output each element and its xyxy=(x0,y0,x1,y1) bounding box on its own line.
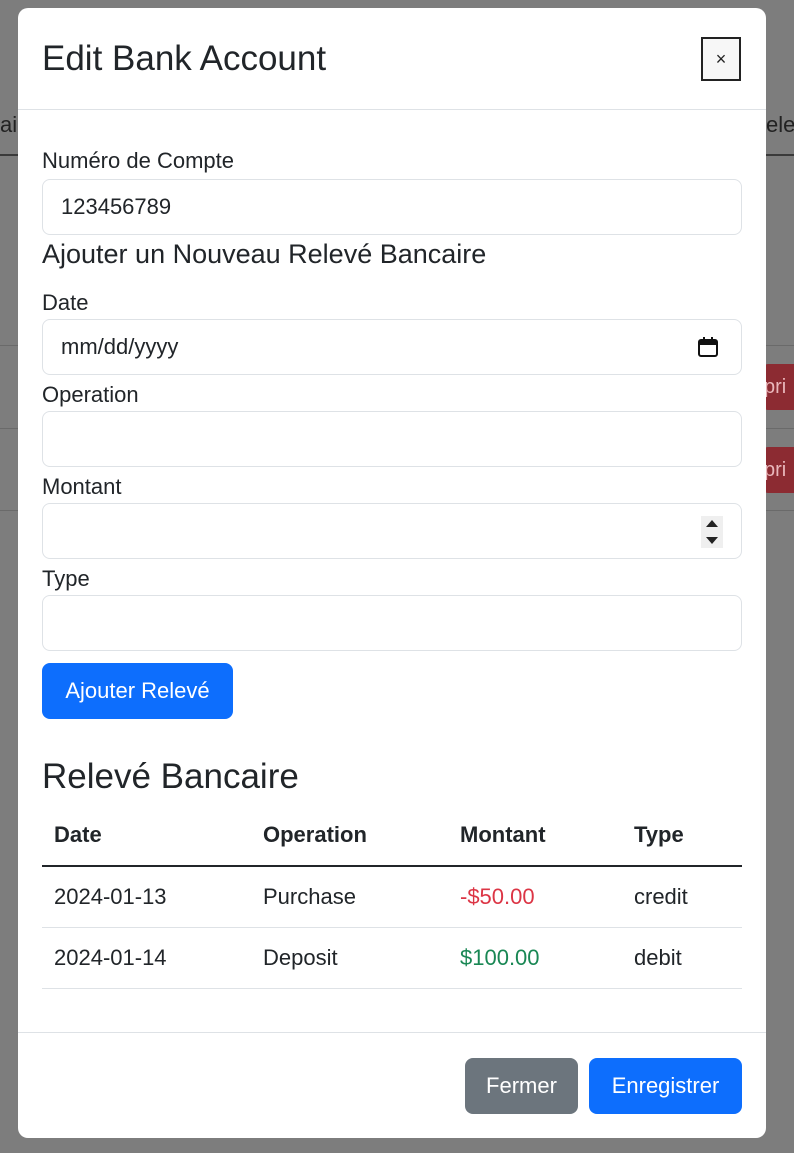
decrement-icon[interactable] xyxy=(706,537,718,544)
date-label: Date xyxy=(42,290,89,315)
background-tab-underline xyxy=(766,154,794,156)
row-operation: Purchase xyxy=(251,866,448,928)
number-stepper[interactable] xyxy=(701,516,723,548)
modal-title: Edit Bank Account xyxy=(42,39,327,78)
row-amount: -$50.00 xyxy=(448,866,622,928)
table-header-row: Date Operation Montant Type xyxy=(42,805,742,867)
column-header-type: Type xyxy=(622,805,742,867)
column-header-amount: Montant xyxy=(448,805,622,867)
new-statement-heading: Ajouter un Nouveau Relevé Bancaire xyxy=(42,239,487,269)
row-type: debit xyxy=(622,927,742,989)
amount-input[interactable] xyxy=(42,503,742,559)
background-delete-button: pri xyxy=(764,447,794,493)
background-delete-button: pri xyxy=(764,364,794,410)
background-tab-underline xyxy=(0,154,18,156)
operation-label: Operation xyxy=(42,382,139,407)
background-tab-right: ele xyxy=(766,112,794,137)
row-amount: $100.00 xyxy=(448,927,622,989)
increment-icon[interactable] xyxy=(706,520,718,527)
column-header-operation: Operation xyxy=(251,805,448,867)
add-statement-button[interactable]: Ajouter Relevé xyxy=(42,663,233,719)
date-placeholder: mm/dd/yyyy xyxy=(61,334,179,359)
background-tab-left: ai xyxy=(0,112,18,137)
table-row: 2024-01-14 Deposit $100.00 debit xyxy=(42,927,742,989)
statement-table: Date Operation Montant Type 2024-01-13 P… xyxy=(42,805,742,989)
amount-label: Montant xyxy=(42,474,122,499)
close-button[interactable]: × xyxy=(701,37,741,81)
operation-input[interactable] xyxy=(42,411,742,467)
date-input[interactable]: mm/dd/yyyy xyxy=(42,319,742,375)
modal-footer: Fermer Enregistrer xyxy=(18,1032,766,1138)
statement-heading: Relevé Bancaire xyxy=(42,757,299,796)
modal-header: Edit Bank Account × xyxy=(18,8,766,110)
edit-bank-account-modal: Edit Bank Account × Numéro de Compte 123… xyxy=(18,8,766,1138)
row-operation: Deposit xyxy=(251,927,448,989)
row-date: 2024-01-14 xyxy=(42,927,251,989)
account-number-input[interactable]: 123456789 xyxy=(42,179,742,235)
column-header-date: Date xyxy=(42,805,251,867)
type-input[interactable] xyxy=(42,595,742,651)
calendar-icon[interactable] xyxy=(697,336,719,358)
close-footer-button[interactable]: Fermer xyxy=(465,1058,578,1114)
account-number-label: Numéro de Compte xyxy=(42,148,234,173)
table-row: 2024-01-13 Purchase -$50.00 credit xyxy=(42,866,742,928)
row-date: 2024-01-13 xyxy=(42,866,251,928)
row-type: credit xyxy=(622,866,742,928)
save-button[interactable]: Enregistrer xyxy=(589,1058,742,1114)
type-label: Type xyxy=(42,566,90,591)
